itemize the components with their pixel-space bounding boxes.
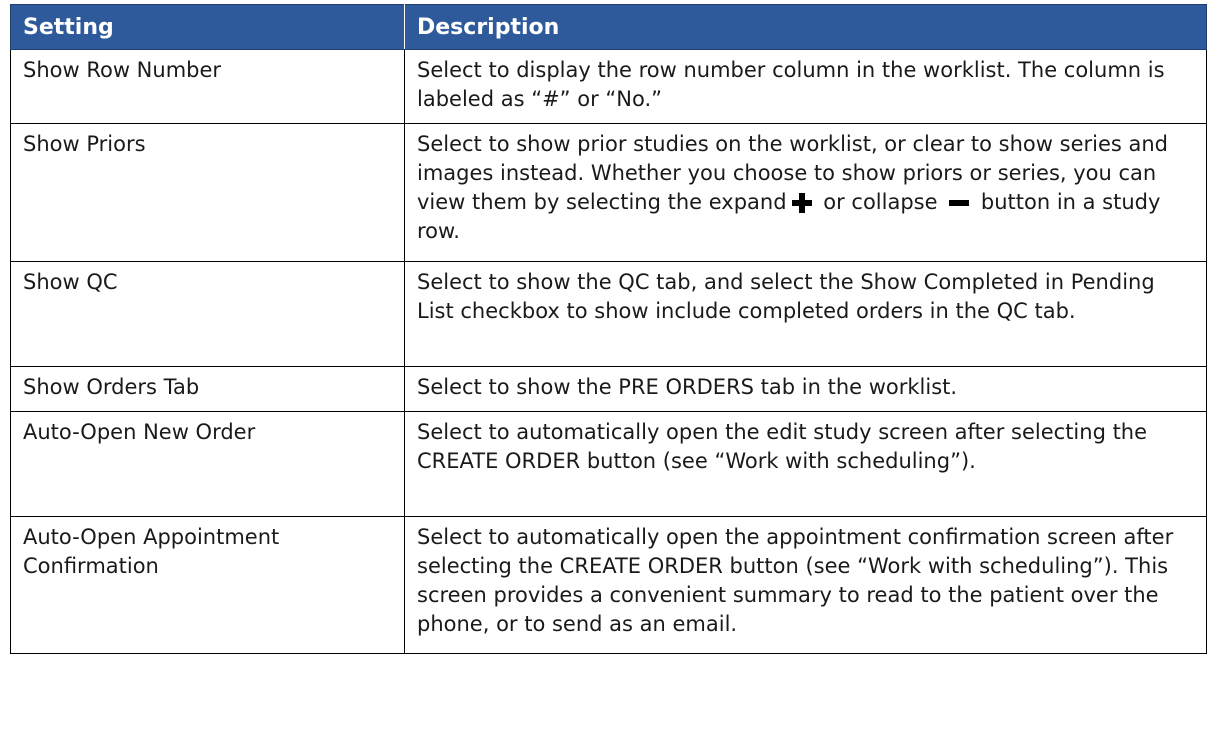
table-row: Auto-Open Appointment Confirmation Selec…: [10, 516, 1207, 654]
header-setting: Setting: [10, 4, 405, 50]
settings-table: Setting Description Show Row Number Sele…: [10, 4, 1207, 654]
header-description: Description: [404, 4, 1207, 50]
table-row: Auto-Open New Order Select to automatica…: [10, 411, 1207, 517]
setting-description: Select to show the QC tab, and select th…: [404, 261, 1207, 367]
description-text: or collapse: [816, 190, 945, 214]
table-row: Show Orders Tab Select to show the PRE O…: [10, 366, 1207, 412]
setting-description: Select to automatically open the edit st…: [404, 411, 1207, 517]
setting-description: Select to show prior studies on the work…: [404, 123, 1207, 262]
minus-icon: [948, 192, 970, 214]
plus-icon: [791, 192, 813, 214]
table-row: Show Row Number Select to display the ro…: [10, 49, 1207, 124]
setting-description: Select to automatically open the appoint…: [404, 516, 1207, 654]
setting-name: Show Row Number: [10, 49, 405, 124]
setting-name: Show Orders Tab: [10, 366, 405, 412]
table-header-row: Setting Description: [10, 4, 1207, 50]
setting-name: Show QC: [10, 261, 405, 367]
table-row: Show Priors Select to show prior studies…: [10, 123, 1207, 262]
table-row: Show QC Select to show the QC tab, and s…: [10, 261, 1207, 367]
setting-name: Show Priors: [10, 123, 405, 262]
setting-name: Auto-Open New Order: [10, 411, 405, 517]
setting-description: Select to show the PRE ORDERS tab in the…: [404, 366, 1207, 412]
setting-description: Select to display the row number column …: [404, 49, 1207, 124]
setting-name: Auto-Open Appointment Confirmation: [10, 516, 405, 654]
